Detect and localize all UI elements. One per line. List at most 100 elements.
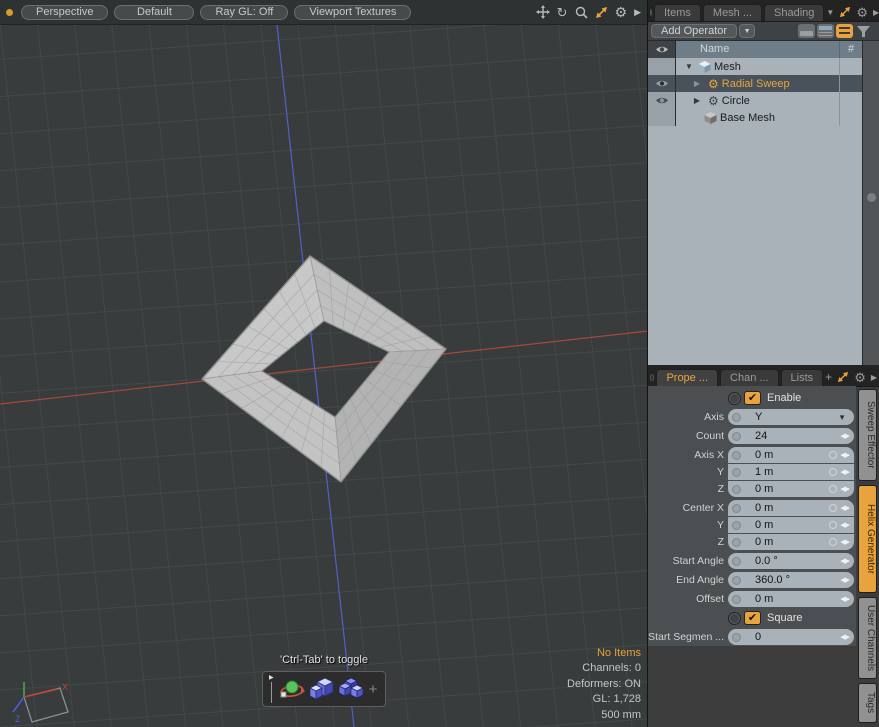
- count-field[interactable]: 24 ◀▶: [728, 428, 854, 444]
- side-tab-user-channels[interactable]: User Channels: [858, 597, 877, 679]
- stepper-arrows-icon[interactable]: ◀▶: [840, 485, 849, 493]
- item-row-circle[interactable]: ▶ ⚙ Circle: [648, 92, 862, 109]
- rotate-icon[interactable]: ↻: [557, 6, 568, 19]
- start-angle-field[interactable]: 0.0 ° ◀▶: [728, 553, 854, 569]
- count-column-header[interactable]: #: [840, 41, 862, 58]
- add-mode-icon[interactable]: +: [369, 682, 378, 697]
- stepper-arrows-icon[interactable]: ◀▶: [840, 504, 849, 512]
- square-checkbox[interactable]: ✔: [744, 611, 761, 625]
- stepper-arrows-icon[interactable]: ◀▶: [840, 576, 849, 584]
- window-list-view-icon[interactable]: [817, 24, 834, 38]
- mini-circle-icon[interactable]: [829, 485, 837, 493]
- mini-circle-icon[interactable]: [829, 504, 837, 512]
- stepper-arrows-icon[interactable]: ◀▶: [840, 595, 849, 603]
- item-list-scrollbar[interactable]: [862, 41, 879, 365]
- tab-overflow-icon[interactable]: ▼: [826, 7, 834, 18]
- tab-shading[interactable]: Shading: [764, 4, 824, 21]
- mini-circle-icon[interactable]: [829, 538, 837, 546]
- channel-circle-icon[interactable]: [732, 538, 741, 547]
- panel-more-icon[interactable]: ▶: [873, 7, 879, 18]
- add-tab-icon[interactable]: +: [825, 372, 832, 383]
- expand-icon[interactable]: ▶: [692, 79, 702, 88]
- item-row-mesh[interactable]: ▼ Mesh: [648, 58, 862, 75]
- multi-item-mode-icon[interactable]: [339, 678, 363, 700]
- channel-circle-icon[interactable]: [732, 413, 741, 422]
- mini-circle-icon[interactable]: [829, 468, 837, 476]
- magnify-icon[interactable]: [575, 6, 588, 19]
- channel-circle-icon[interactable]: [732, 595, 741, 604]
- gear-icon[interactable]: ⚙: [615, 6, 628, 19]
- channel-circle-icon[interactable]: [732, 557, 741, 566]
- channel-button-icon[interactable]: [728, 612, 741, 625]
- stepper-arrows-icon[interactable]: ◀▶: [840, 521, 849, 529]
- stepper-arrows-icon[interactable]: ◀▶: [840, 432, 849, 440]
- tab-items[interactable]: Items: [654, 4, 701, 21]
- visibility-cell[interactable]: [648, 92, 676, 109]
- more-options-icon[interactable]: ▶: [634, 6, 641, 19]
- axis-dropdown[interactable]: Y ▼: [728, 409, 854, 425]
- channel-circle-icon[interactable]: [732, 576, 741, 585]
- scrollbar-handle[interactable]: [867, 193, 876, 202]
- stepper-arrows-icon[interactable]: ◀▶: [840, 557, 849, 565]
- popup-pin-icon[interactable]: ▶: [269, 675, 274, 703]
- channel-circle-icon[interactable]: [732, 468, 741, 477]
- visibility-cell[interactable]: [648, 58, 676, 75]
- panel-more-icon[interactable]: ▶: [871, 372, 877, 383]
- maximize-icon[interactable]: [595, 6, 608, 19]
- pan-icon[interactable]: [536, 5, 550, 19]
- axis-y-field[interactable]: 1 m ◀▶: [728, 464, 854, 480]
- center-y-field[interactable]: 0 m ◀▶: [728, 517, 854, 533]
- add-operator-button[interactable]: Add Operator: [651, 24, 737, 38]
- tab-properties[interactable]: Prope ...: [656, 369, 718, 386]
- visibility-cell[interactable]: [648, 75, 676, 92]
- start-segment-field[interactable]: 0 ◀▶: [728, 629, 854, 645]
- panel-gear-icon[interactable]: ⚙: [856, 7, 868, 18]
- end-angle-field[interactable]: 360.0 ° ◀▶: [728, 572, 854, 588]
- side-tab-helix-generator[interactable]: Helix Generator: [858, 485, 877, 593]
- axis-x-field[interactable]: 0 m ◀▶: [728, 447, 854, 463]
- camera-mode-button[interactable]: Perspective: [21, 5, 108, 20]
- axis-z-field[interactable]: 0 m ◀▶: [728, 481, 854, 497]
- visibility-column-header[interactable]: [648, 41, 676, 58]
- polygons-mode-icon[interactable]: [310, 678, 334, 700]
- 3d-viewport[interactable]: Perspective Default Ray GL: Off Viewport…: [0, 0, 648, 727]
- visibility-cell[interactable]: [648, 109, 676, 126]
- side-tab-tags[interactable]: Tags: [858, 683, 877, 723]
- item-row-base-mesh[interactable]: Base Mesh: [648, 109, 862, 126]
- panel-thumb-icon[interactable]: [650, 374, 654, 381]
- channel-circle-icon[interactable]: [732, 521, 741, 530]
- stepper-arrows-icon[interactable]: ◀▶: [840, 633, 849, 641]
- filter-icon[interactable]: [855, 24, 872, 38]
- tab-channels[interactable]: Chan ...: [720, 369, 779, 386]
- items-mode-icon[interactable]: [279, 676, 305, 702]
- channel-circle-icon[interactable]: [732, 485, 741, 494]
- panel-thumb-icon[interactable]: [650, 9, 652, 16]
- shading-style-button[interactable]: Default: [114, 5, 194, 20]
- stepper-arrows-icon[interactable]: ◀▶: [840, 451, 849, 459]
- mini-circle-icon[interactable]: [829, 521, 837, 529]
- viewport-state-dot-icon[interactable]: [6, 9, 13, 16]
- item-row-radial-sweep[interactable]: ▶ ⚙ Radial Sweep: [648, 75, 862, 92]
- raygl-toggle-button[interactable]: Ray GL: Off: [200, 5, 288, 20]
- collapse-icon[interactable]: ▼: [684, 62, 694, 71]
- expand-icon[interactable]: ▶: [692, 96, 702, 105]
- side-tab-sweep-effector[interactable]: Sweep Effector: [858, 389, 877, 481]
- viewport-canvas[interactable]: [0, 0, 647, 727]
- center-z-field[interactable]: 0 m ◀▶: [728, 534, 854, 550]
- center-x-field[interactable]: 0 m ◀▶: [728, 500, 854, 516]
- viewport-textures-button[interactable]: Viewport Textures: [294, 5, 411, 20]
- name-column-header[interactable]: Name: [676, 41, 840, 58]
- channel-circle-icon[interactable]: [732, 504, 741, 513]
- add-operator-dropdown-icon[interactable]: ▼: [739, 24, 755, 38]
- panel-gear-icon[interactable]: ⚙: [854, 372, 866, 383]
- mini-circle-icon[interactable]: [829, 451, 837, 459]
- simple-list-view-icon[interactable]: [798, 24, 815, 38]
- tab-mesh[interactable]: Mesh ...: [703, 4, 762, 21]
- enable-checkbox[interactable]: ✔: [744, 391, 761, 405]
- channel-button-icon[interactable]: [728, 392, 741, 405]
- stepper-arrows-icon[interactable]: ◀▶: [840, 538, 849, 546]
- channel-circle-icon[interactable]: [732, 451, 741, 460]
- tab-lists[interactable]: Lists: [781, 369, 824, 386]
- square-torus-mesh[interactable]: [202, 256, 446, 482]
- maximize-panel-icon[interactable]: [837, 371, 849, 383]
